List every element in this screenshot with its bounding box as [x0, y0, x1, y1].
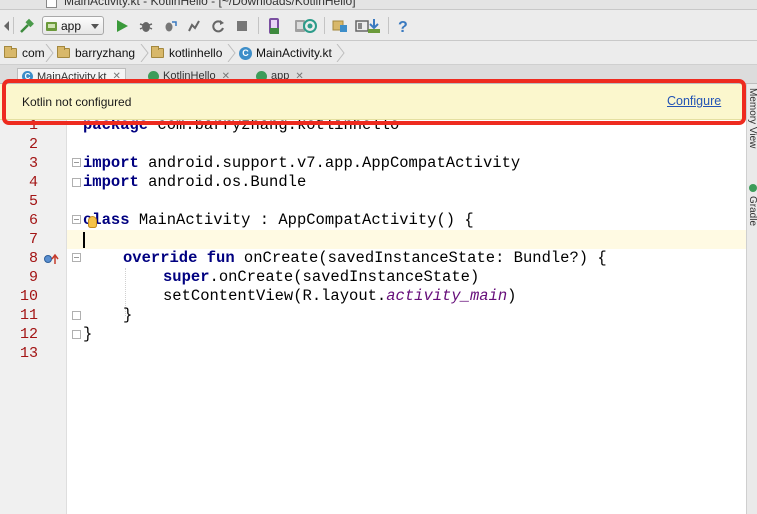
toolbar-separator — [258, 17, 259, 34]
build-hammer-icon[interactable] — [17, 16, 37, 35]
close-icon[interactable]: ✕ — [295, 71, 303, 82]
gradle-icon — [749, 184, 757, 192]
line-number: 2 — [28, 136, 38, 153]
line-number: 11 — [19, 307, 38, 324]
tab-label: app — [271, 70, 290, 82]
fold-marker-icon[interactable] — [72, 253, 81, 262]
breadcrumb-label: com — [22, 46, 45, 60]
breadcrumb-item-kotlinhello[interactable]: kotlinhello — [151, 44, 222, 62]
breadcrumb-separator-icon — [336, 44, 345, 62]
run-config-label: app — [61, 18, 82, 33]
project-structure-icon[interactable] — [330, 16, 350, 35]
code-line-10: setContentView(R.layout.activity_main) — [163, 287, 517, 305]
tab-mainactivity[interactable]: C MainActivity.kt ✕ — [17, 68, 126, 83]
code-line-12: } — [83, 325, 93, 343]
gradle-module-icon — [148, 70, 159, 82]
breadcrumb-label: kotlinhello — [169, 46, 223, 60]
notification-banner: Kotlin not configured Configure — [0, 84, 746, 120]
apply-changes-icon[interactable] — [208, 16, 228, 35]
line-number: 9 — [28, 269, 38, 286]
gradle-module-icon — [256, 70, 267, 82]
banner-message: Kotlin not configured — [22, 95, 132, 109]
kotlin-class-icon: C — [239, 46, 252, 60]
breadcrumb-separator-icon — [140, 44, 149, 62]
memory-view-tool-button[interactable]: Memory View — [747, 88, 757, 148]
close-icon[interactable]: ✕ — [222, 71, 230, 82]
line-number: 5 — [28, 193, 38, 210]
breadcrumb-separator-icon — [227, 44, 236, 62]
toolbar-separator — [388, 17, 389, 34]
override-gutter-icon[interactable] — [44, 253, 60, 265]
stop-icon[interactable] — [232, 16, 252, 35]
line-number: 7 — [28, 231, 38, 248]
fold-marker-icon[interactable] — [72, 178, 81, 187]
breadcrumb-label: barryzhang — [75, 46, 136, 60]
breadcrumb-item-com[interactable]: com — [4, 44, 45, 62]
avd-manager-icon[interactable] — [264, 16, 284, 35]
line-number: 12 — [19, 326, 38, 343]
current-line-highlight — [67, 230, 746, 249]
text-caret — [83, 232, 85, 248]
code-line-8: override fun onCreate(savedInstanceState… — [123, 249, 607, 267]
tab-label: MainActivity.kt — [37, 70, 107, 83]
breadcrumb: com barryzhang kotlinhello C MainActivit… — [0, 41, 757, 65]
line-number: 10 — [19, 288, 38, 305]
attach-debugger-icon[interactable] — [160, 16, 180, 35]
sdk-manager-icon[interactable] — [364, 16, 384, 35]
lightbulb-intention-icon[interactable] — [88, 216, 97, 228]
profile-icon[interactable] — [184, 16, 204, 35]
code-line-6: class MainActivity : AppCompatActivity()… — [83, 211, 474, 229]
toolbar-separator — [13, 17, 14, 34]
code-line-11: } — [123, 306, 133, 324]
fold-marker-icon[interactable] — [72, 158, 81, 167]
folder-icon — [57, 46, 70, 58]
code-editor[interactable]: package com.barryzhang.kotlinhello impor… — [67, 120, 746, 514]
line-number: 13 — [19, 345, 38, 362]
folder-icon — [151, 46, 164, 58]
svg-text:?: ? — [398, 19, 408, 34]
breadcrumb-label: MainActivity.kt — [256, 46, 332, 60]
line-number: 4 — [28, 174, 38, 191]
breadcrumb-item-mainactivity[interactable]: C MainActivity.kt — [239, 44, 332, 62]
breadcrumb-item-barryzhang[interactable]: barryzhang — [57, 44, 135, 62]
line-number: 3 — [28, 155, 38, 172]
breadcrumb-separator-icon — [45, 44, 54, 62]
right-tool-strip: Memory View Gradle — [746, 84, 757, 514]
run-icon[interactable] — [112, 16, 132, 35]
fold-marker-icon[interactable] — [72, 311, 81, 320]
help-icon[interactable]: ? — [394, 16, 412, 35]
code-line-3: import android.support.v7.app.AppCompatA… — [83, 154, 521, 172]
fold-marker-icon[interactable] — [72, 330, 81, 339]
editor-tab-bar: C MainActivity.kt ✕ KotlinHello ✕ app ✕ — [0, 65, 757, 84]
tab-kotlinhello[interactable]: KotlinHello ✕ — [148, 68, 230, 83]
window-title: MainActivity.kt - KotlinHello - [~/Downl… — [64, 0, 356, 8]
code-line-4: import android.os.Bundle — [83, 173, 307, 191]
toolbar-separator — [324, 17, 325, 34]
line-number: 8 — [28, 250, 38, 267]
document-icon — [46, 0, 57, 8]
window-title-bar: MainActivity.kt - KotlinHello - [~/Downl… — [0, 0, 757, 10]
configure-link[interactable]: Configure — [667, 94, 721, 108]
main-toolbar: app ? — [0, 10, 757, 41]
line-number: 6 — [28, 212, 38, 229]
toolbar-scroll-left-icon[interactable] — [3, 16, 11, 35]
kotlin-class-icon: C — [22, 71, 33, 82]
code-line-9: super.onCreate(savedInstanceState) — [163, 268, 480, 286]
tab-app[interactable]: app ✕ — [256, 68, 304, 83]
folder-icon — [4, 46, 17, 58]
chevron-down-icon — [91, 24, 99, 29]
run-config-select[interactable]: app — [42, 16, 104, 35]
tab-label: KotlinHello — [163, 70, 216, 82]
code-line-1: package com.barryzhang.kotlinhello — [83, 120, 400, 134]
close-icon[interactable]: ✕ — [112, 71, 120, 82]
sync-gradle-icon[interactable] — [300, 16, 320, 35]
fold-marker-icon[interactable] — [72, 215, 81, 224]
debug-icon[interactable] — [136, 16, 156, 35]
gradle-tool-button[interactable]: Gradle — [747, 196, 757, 226]
android-module-icon — [46, 22, 57, 31]
